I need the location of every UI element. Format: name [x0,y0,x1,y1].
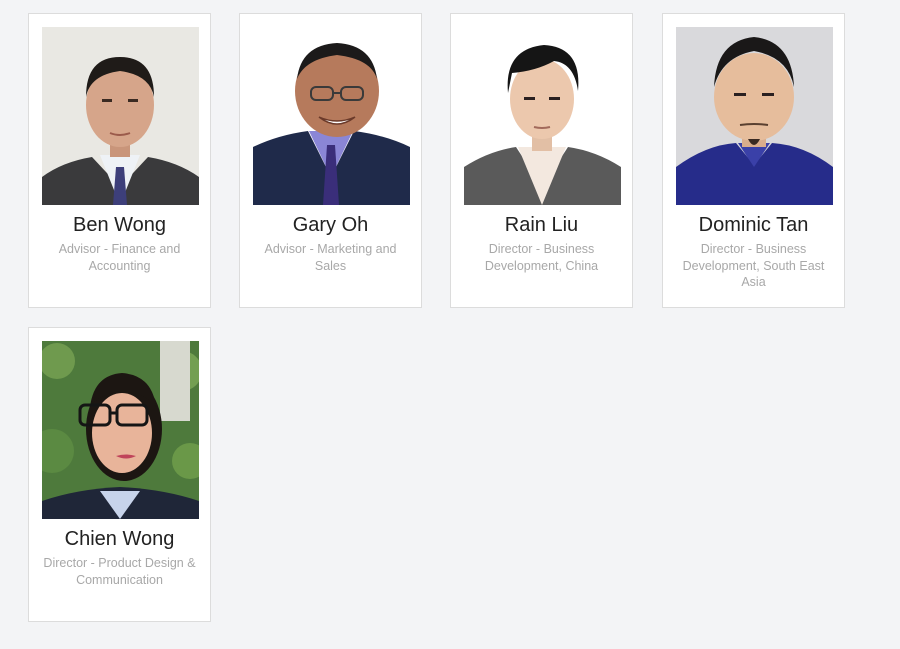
member-name: Gary Oh [292,214,369,236]
team-member-card: Gary Oh Advisor - Marketing and Sales [239,13,422,308]
team-member-card: Chien Wong Director - Product Design & C… [28,327,211,622]
member-role: Advisor - Marketing and Sales [264,242,397,273]
member-photo [676,27,833,205]
member-role: Director - Product Design & Communicatio… [43,556,196,587]
member-name: Ben Wong [72,214,167,236]
team-member-card: Rain Liu Director - Business Development… [450,13,633,308]
member-photo [42,341,199,519]
member-role: Director - Business Development, China [484,242,599,273]
member-photo [253,27,410,205]
member-photo [42,27,199,205]
member-role: Director - Business Development, South E… [682,242,825,289]
member-name: Rain Liu [504,214,579,236]
member-role: Advisor - Finance and Accounting [58,242,181,273]
member-photo [464,27,621,205]
team-member-card: Ben Wong Advisor - Finance and Accountin… [28,13,211,308]
team-member-card: Dominic Tan Director - Business Developm… [662,13,845,308]
member-name: Chien Wong [64,528,175,550]
member-name: Dominic Tan [698,214,809,236]
